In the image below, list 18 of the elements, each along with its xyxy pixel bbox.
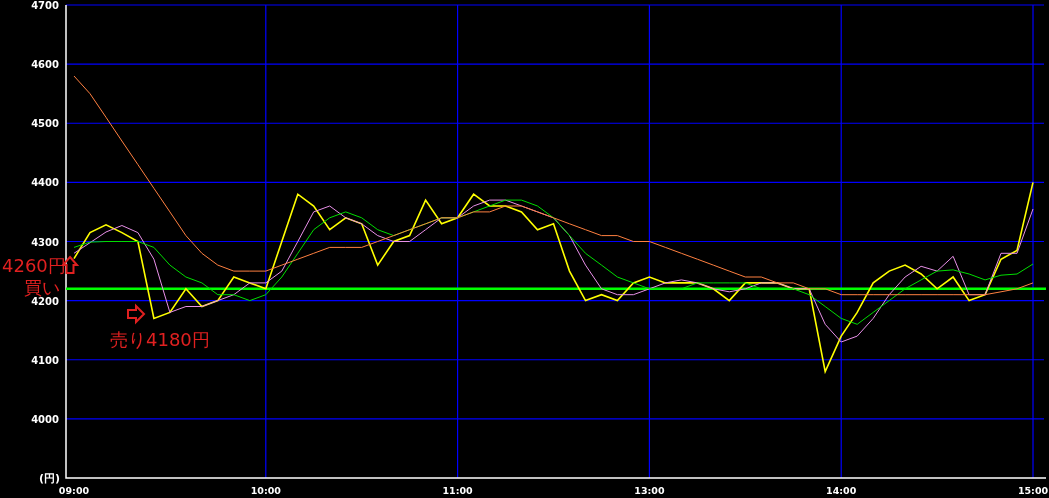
x-axis-label: 09:00 (58, 485, 90, 496)
y-axis-label: 4400 (31, 177, 59, 189)
x-axis-label: 11:00 (442, 485, 473, 496)
y-axis-label: 4100 (31, 354, 59, 366)
y-axis-label: 4500 (31, 118, 59, 130)
right-arrow-icon (127, 303, 146, 325)
x-axis-label: 15:00 (1017, 485, 1049, 496)
x-axis-label: 14:00 (826, 485, 857, 496)
y-axis-label: 4700 (31, 0, 59, 11)
annotation-text: 4260円 (2, 255, 66, 276)
annotation-text: 売り4180円 (110, 329, 210, 350)
y-axis-unit: (円) (38, 472, 60, 485)
annotation-text: 買い (24, 277, 60, 298)
x-axis-label: 13:00 (634, 485, 665, 496)
y-axis-label: 4000 (31, 413, 59, 425)
x-axis-label: 10:00 (250, 485, 281, 496)
y-axis-label: 4600 (31, 59, 59, 71)
y-axis-label: 4300 (31, 236, 59, 248)
